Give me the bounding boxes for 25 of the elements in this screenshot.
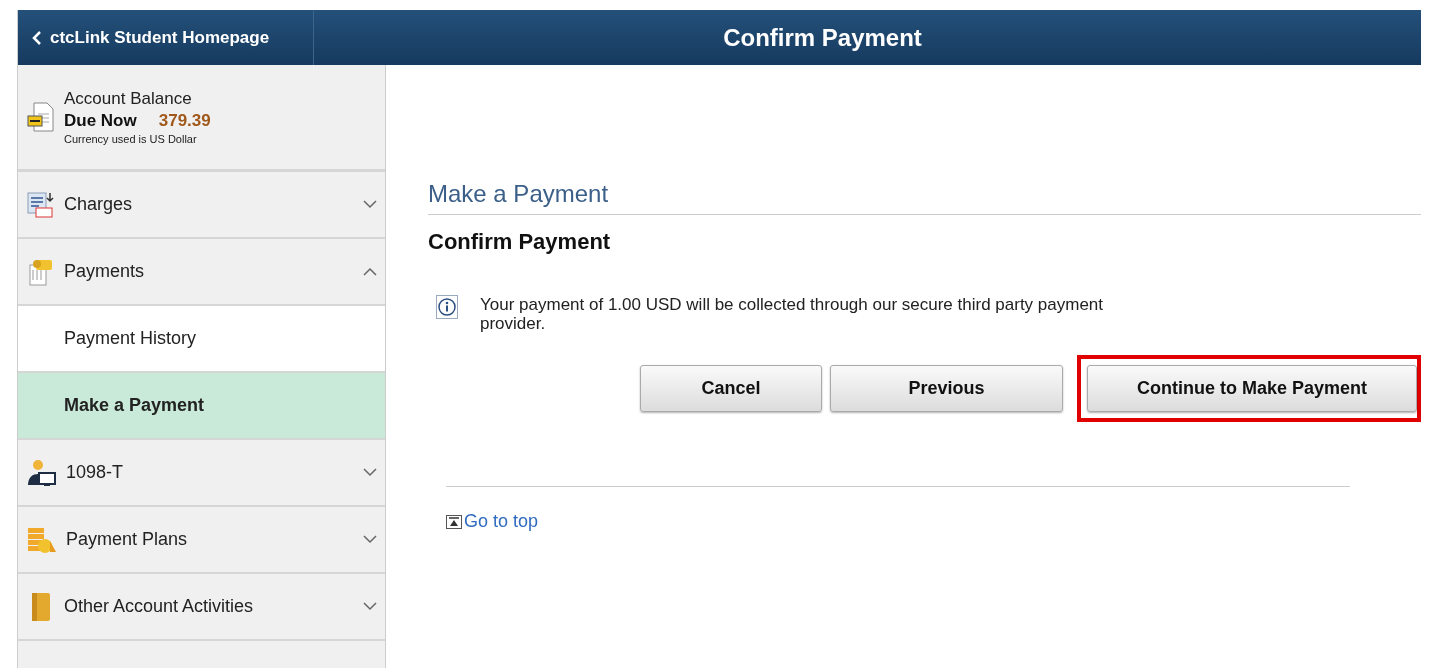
chevron-down-icon bbox=[363, 200, 377, 209]
sidebar-subitem[interactable]: Make a Payment bbox=[18, 373, 385, 440]
go-to-top-icon bbox=[446, 514, 462, 529]
currency-note: Currency used is US Dollar bbox=[64, 133, 198, 145]
balance-document-icon bbox=[26, 100, 56, 134]
action-button[interactable]: Continue to Make Payment bbox=[1087, 365, 1417, 412]
page-title: Make a Payment bbox=[428, 180, 1421, 215]
person-computer-icon bbox=[26, 457, 58, 488]
chevron-down-icon bbox=[363, 535, 377, 544]
chevron-up-icon bbox=[363, 267, 377, 276]
chevron-down-icon bbox=[363, 468, 377, 477]
chevron-down-icon bbox=[363, 602, 377, 611]
info-icon bbox=[436, 295, 458, 319]
action-button[interactable]: Cancel bbox=[640, 365, 822, 412]
due-amount: 379.39 bbox=[158, 111, 211, 131]
document-list-icon bbox=[26, 189, 56, 220]
page-header-title: Confirm Payment bbox=[722, 23, 923, 52]
go-to-top-link[interactable]: Go to top bbox=[446, 511, 1421, 532]
section-title: Confirm Payment bbox=[428, 229, 612, 255]
balance-title: Account Balance bbox=[64, 89, 193, 109]
action-button[interactable]: Previous bbox=[830, 365, 1063, 412]
sidebar-subitem[interactable]: Payment History bbox=[18, 306, 385, 373]
payment-message: Your payment of 1.00 USD will be collected through our secure third party payment provider. bbox=[480, 295, 1105, 333]
back-icon bbox=[32, 30, 42, 45]
due-label: Due Now bbox=[64, 111, 137, 131]
